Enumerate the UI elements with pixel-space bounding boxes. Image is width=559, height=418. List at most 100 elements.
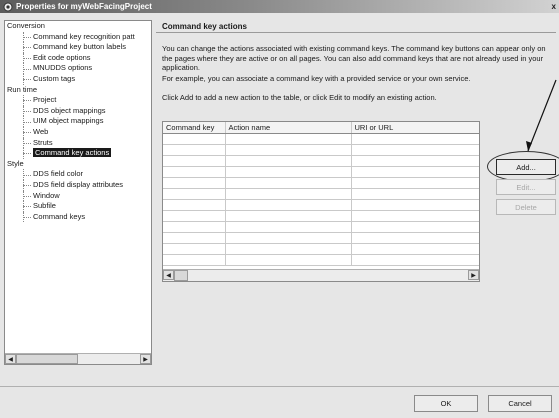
tree-list: Conversion Command key recognition patt Co… [5, 21, 151, 352]
tree-item[interactable]: DDS field display attributes [5, 179, 151, 191]
tree-item-label: DDS field color [33, 169, 84, 179]
tree-item[interactable]: Command key button labels [5, 42, 151, 53]
table-cell[interactable] [163, 210, 226, 222]
table-cell[interactable] [351, 221, 479, 233]
table-cell[interactable] [163, 221, 226, 233]
table-cell[interactable] [163, 232, 226, 244]
table-header-row: Command key Action name URI or URL [163, 122, 479, 134]
table-cell[interactable] [163, 199, 226, 211]
tree-item[interactable]: Window [5, 190, 151, 202]
tree-item[interactable]: Edit code options [5, 52, 151, 64]
table-cell[interactable] [163, 155, 226, 167]
table-cell[interactable] [225, 221, 352, 233]
table-cell[interactable] [351, 166, 479, 178]
table-cell[interactable] [351, 177, 479, 189]
tree-category[interactable]: Run time [5, 85, 151, 96]
table-cell[interactable] [163, 254, 226, 266]
add-button[interactable]: Add... [496, 159, 556, 175]
table-cell[interactable] [163, 144, 226, 156]
edit-button[interactable]: Edit... [496, 179, 556, 195]
table-cell[interactable] [163, 177, 226, 189]
table-cell[interactable] [351, 144, 479, 156]
tree-horizontal-scrollbar[interactable]: ◀ ▶ [5, 353, 151, 364]
table-cell[interactable] [351, 210, 479, 222]
table-row[interactable] [163, 221, 479, 233]
scroll-track[interactable] [188, 270, 468, 281]
table-row[interactable] [163, 210, 479, 222]
window-title: Properties for myWebFacingProject [16, 2, 152, 11]
scroll-left-icon[interactable]: ◀ [163, 270, 174, 280]
table-cell[interactable] [351, 133, 479, 145]
table-cell[interactable] [351, 155, 479, 167]
scroll-left-icon[interactable]: ◀ [5, 354, 16, 364]
table-row[interactable] [163, 188, 479, 200]
scroll-track[interactable] [78, 354, 140, 364]
table-row[interactable] [163, 232, 479, 244]
table-cell[interactable] [225, 166, 352, 178]
tree-item[interactable]: Command key recognition patt [5, 31, 151, 43]
tree-item[interactable]: MNUDDS options [5, 63, 151, 74]
table-cell[interactable] [351, 243, 479, 255]
tree-item[interactable]: DDS field color [5, 169, 151, 180]
tree-item[interactable]: Struts [5, 137, 151, 149]
table-cell[interactable] [225, 177, 352, 189]
table-row[interactable] [163, 243, 479, 255]
table-row[interactable] [163, 144, 479, 156]
tree-item-label: Command key recognition patt [33, 31, 135, 41]
tree-item-label: Command key button labels [33, 42, 126, 52]
tree-item[interactable]: Project [5, 95, 151, 106]
table-row[interactable] [163, 155, 479, 167]
scroll-right-icon[interactable]: ▶ [140, 354, 151, 364]
table-cell[interactable] [351, 254, 479, 266]
table-row[interactable] [163, 133, 479, 145]
tree-item[interactable]: Command key actions [5, 148, 151, 159]
column-header-uri[interactable]: URI or URL [351, 122, 479, 134]
tree-item[interactable]: DDS object mappings [5, 105, 151, 117]
table-cell[interactable] [351, 232, 479, 244]
tree-item-label: Command keys [33, 211, 86, 221]
table-cell[interactable] [163, 166, 226, 178]
table-cell[interactable] [225, 210, 352, 222]
tree-item[interactable]: Web [5, 126, 151, 138]
table-cell[interactable] [351, 188, 479, 200]
table-cell[interactable] [351, 199, 479, 211]
table-cell[interactable] [225, 144, 352, 156]
tree-category[interactable]: Conversion [5, 21, 151, 32]
table-cell[interactable] [225, 133, 352, 145]
table-cell[interactable] [163, 243, 226, 255]
table-cell[interactable] [225, 232, 352, 244]
table-cell[interactable] [163, 188, 226, 200]
scroll-right-icon[interactable]: ▶ [468, 270, 479, 280]
table-row[interactable] [163, 199, 479, 211]
column-header-command-key[interactable]: Command key [163, 122, 226, 134]
close-icon[interactable]: x [552, 0, 556, 13]
instruction-text: Click Add to add a new action to the tab… [162, 93, 437, 102]
command-key-actions-table[interactable]: Command key Action name URI or URL ◀ ▶ [162, 121, 480, 282]
table-cell[interactable] [225, 188, 352, 200]
tree-item[interactable]: UIM object mappings [5, 116, 151, 127]
cancel-button[interactable]: Cancel [488, 395, 552, 412]
tree-item-label: MNUDDS options [33, 63, 93, 73]
table-row[interactable] [163, 166, 479, 178]
table-row[interactable] [163, 177, 479, 189]
tree-category[interactable]: Style [5, 159, 151, 170]
tree-item-label: Subfile [33, 201, 56, 211]
scroll-thumb[interactable] [174, 270, 188, 281]
ok-button[interactable]: OK [414, 395, 478, 412]
tree-item[interactable]: Subfile [5, 201, 151, 212]
table-cell[interactable] [163, 133, 226, 145]
table-body [163, 133, 479, 266]
table-cell[interactable] [225, 254, 352, 266]
table-cell[interactable] [225, 155, 352, 167]
table-cell[interactable] [225, 199, 352, 211]
column-header-action-name[interactable]: Action name [225, 122, 352, 134]
table-row[interactable] [163, 254, 479, 266]
delete-button[interactable]: Delete [496, 199, 556, 215]
scroll-thumb[interactable] [16, 354, 78, 364]
tree-item-label: Web [33, 126, 49, 136]
properties-tree[interactable]: Conversion Command key recognition patt Co… [4, 20, 152, 365]
table-cell[interactable] [225, 243, 352, 255]
tree-item[interactable]: Command keys [5, 211, 151, 223]
table-horizontal-scrollbar[interactable]: ◀ ▶ [163, 269, 479, 281]
tree-item[interactable]: Custom tags [5, 73, 151, 85]
